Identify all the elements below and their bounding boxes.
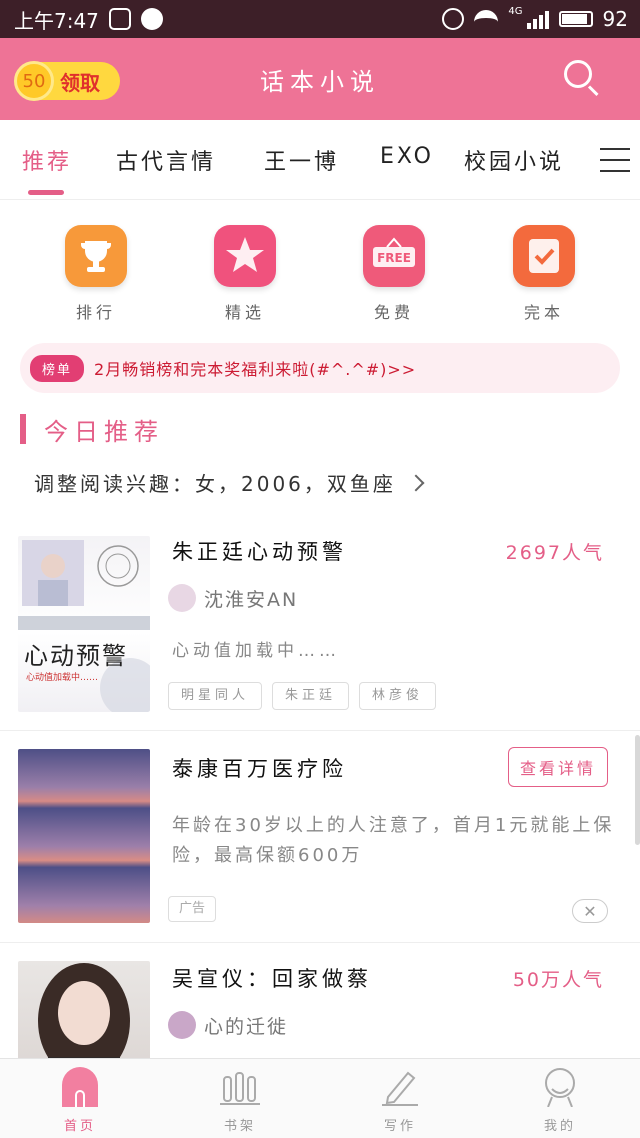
book-description: 心动值加载中…… xyxy=(172,641,340,661)
nav-home[interactable]: 首页 xyxy=(20,1067,140,1134)
book-card[interactable]: 心动预警 心动值加载中…… 朱正廷心动预警 2697人气 沈淮安AN 心动值加载… xyxy=(0,520,640,730)
banner-text: 2月畅销榜和完本奖福利来啦(#^.^#)>> xyxy=(94,360,417,379)
battery-level: 92 xyxy=(602,7,628,31)
network-type: 4G xyxy=(508,5,523,17)
battery-icon xyxy=(558,11,593,27)
search-icon[interactable] xyxy=(562,58,602,98)
nav-write-label: 写作 xyxy=(383,1119,416,1134)
tab-wang-yibo[interactable]: 王一博 xyxy=(264,144,339,176)
bottom-nav: 首页 书架 写作 我的 xyxy=(0,1058,640,1138)
claim-label: 领取 xyxy=(60,70,100,95)
avatar xyxy=(168,584,196,612)
author-name: 心的迁徙 xyxy=(204,1015,289,1038)
book-popularity: 2697人气 xyxy=(505,542,604,564)
view-details-button[interactable]: 查看详情 xyxy=(508,747,608,787)
promo-banner[interactable]: 榜单 2月畅销榜和完本奖福利来啦(#^.^#)>> xyxy=(20,343,620,393)
entry-completed-label: 完本 xyxy=(523,303,564,322)
chat-icon xyxy=(140,8,163,30)
book-title: 吴宣仪：回家做蔡 xyxy=(172,967,372,991)
ad-image xyxy=(18,749,150,923)
book-card[interactable]: 吴宣仪：回家做蔡 50万人气 心的迁徙 xyxy=(0,943,640,1058)
claim-coins-button[interactable]: 50 领取 xyxy=(14,61,120,101)
wifi-icon xyxy=(474,10,499,28)
bookshelf-icon xyxy=(218,1067,262,1107)
svg-text:FREE: FREE xyxy=(377,251,411,265)
chevron-right-icon xyxy=(407,474,425,491)
book-tags: 明星同人 朱正廷 林彦俊 xyxy=(168,682,437,710)
tab-recommend[interactable]: 推荐 xyxy=(22,144,72,176)
book-cover: 心动预警 心动值加载中…… xyxy=(18,536,150,712)
nav-bookshelf[interactable]: 书架 xyxy=(180,1067,300,1134)
cover-title: 心动预警 xyxy=(24,642,128,670)
section-header: 今日推荐 xyxy=(20,412,164,446)
signal-icon xyxy=(526,9,549,29)
app-title: 话本小说 xyxy=(260,67,380,96)
active-tab-indicator xyxy=(28,190,64,195)
free-icon: FREE xyxy=(363,225,425,287)
entry-free-label: 免费 xyxy=(373,303,414,322)
entry-featured[interactable]: 精选 xyxy=(185,225,305,323)
status-bar: 上午7:47 4G 92 xyxy=(0,0,640,38)
tab-ancient-romance[interactable]: 古代言情 xyxy=(116,144,216,176)
entry-free[interactable]: FREE 免费 xyxy=(334,225,454,323)
author-name: 沈淮安AN xyxy=(204,588,299,611)
nav-profile[interactable]: 我的 xyxy=(500,1067,620,1134)
status-right: 4G 92 xyxy=(442,5,628,31)
ad-title: 泰康百万医疗险 xyxy=(172,757,347,781)
book-author[interactable]: 沈淮安AN xyxy=(168,584,298,612)
adjust-interest-link[interactable]: 调整阅读兴趣：女，2006，双鱼座 xyxy=(34,468,425,497)
ad-card[interactable]: 泰康百万医疗险 查看详情 年龄在30岁以上的人注意了，首月1元就能上保险，最高保… xyxy=(0,731,640,942)
book-tag[interactable]: 明星同人 xyxy=(168,682,263,710)
interest-text: 调整阅读兴趣：女，2006，双鱼座 xyxy=(34,472,396,496)
trophy-icon xyxy=(65,225,127,287)
profile-icon xyxy=(538,1067,582,1108)
entry-ranking-label: 排行 xyxy=(75,303,116,322)
close-icon[interactable]: ✕ xyxy=(572,899,608,923)
banner-badge: 榜单 xyxy=(30,354,85,382)
notification-icon xyxy=(108,8,131,30)
book-title: 朱正廷心动预警 xyxy=(172,540,347,564)
nav-home-label: 首页 xyxy=(63,1119,96,1134)
status-time: 上午7:47 xyxy=(14,8,99,33)
quick-entries: 排行 精选 FREE 免费 完本 xyxy=(0,225,640,325)
cover-subtitle: 心动值加载中…… xyxy=(26,673,99,683)
home-icon xyxy=(58,1067,102,1107)
pen-icon xyxy=(378,1067,422,1107)
avatar xyxy=(168,1011,196,1039)
app-header: 50 领取 话本小说 xyxy=(0,38,640,120)
entry-ranking[interactable]: 排行 xyxy=(36,225,156,323)
scrollbar[interactable] xyxy=(635,735,640,845)
nav-write[interactable]: 写作 xyxy=(340,1067,460,1134)
section-title: 今日推荐 xyxy=(44,417,164,446)
entry-featured-label: 精选 xyxy=(224,303,265,322)
book-popularity: 50万人气 xyxy=(512,969,604,991)
coin-icon: 50 xyxy=(14,61,54,101)
book-author[interactable]: 心的迁徙 xyxy=(168,1011,288,1039)
nav-bookshelf-label: 书架 xyxy=(223,1119,256,1134)
category-tabs: 推荐 古代言情 王一博 EXO 校园小说 xyxy=(0,120,640,200)
book-cover xyxy=(18,961,150,1058)
book-tag[interactable]: 朱正廷 xyxy=(272,682,350,710)
tab-exo[interactable]: EXO xyxy=(380,144,434,169)
star-icon xyxy=(214,225,276,287)
status-left: 上午7:47 xyxy=(14,5,163,34)
book-tag[interactable]: 林彦俊 xyxy=(359,682,437,710)
ad-label: 广告 xyxy=(168,896,217,922)
menu-icon[interactable] xyxy=(600,148,630,172)
section-accent-bar xyxy=(20,414,26,444)
nav-profile-label: 我的 xyxy=(543,1119,576,1134)
alarm-icon xyxy=(442,8,465,30)
entry-completed[interactable]: 完本 xyxy=(484,225,604,323)
check-icon xyxy=(513,225,575,287)
ad-description: 年龄在30岁以上的人注意了，首月1元就能上保险，最高保额600万 xyxy=(172,815,615,866)
tab-campus[interactable]: 校园小说 xyxy=(464,144,564,176)
